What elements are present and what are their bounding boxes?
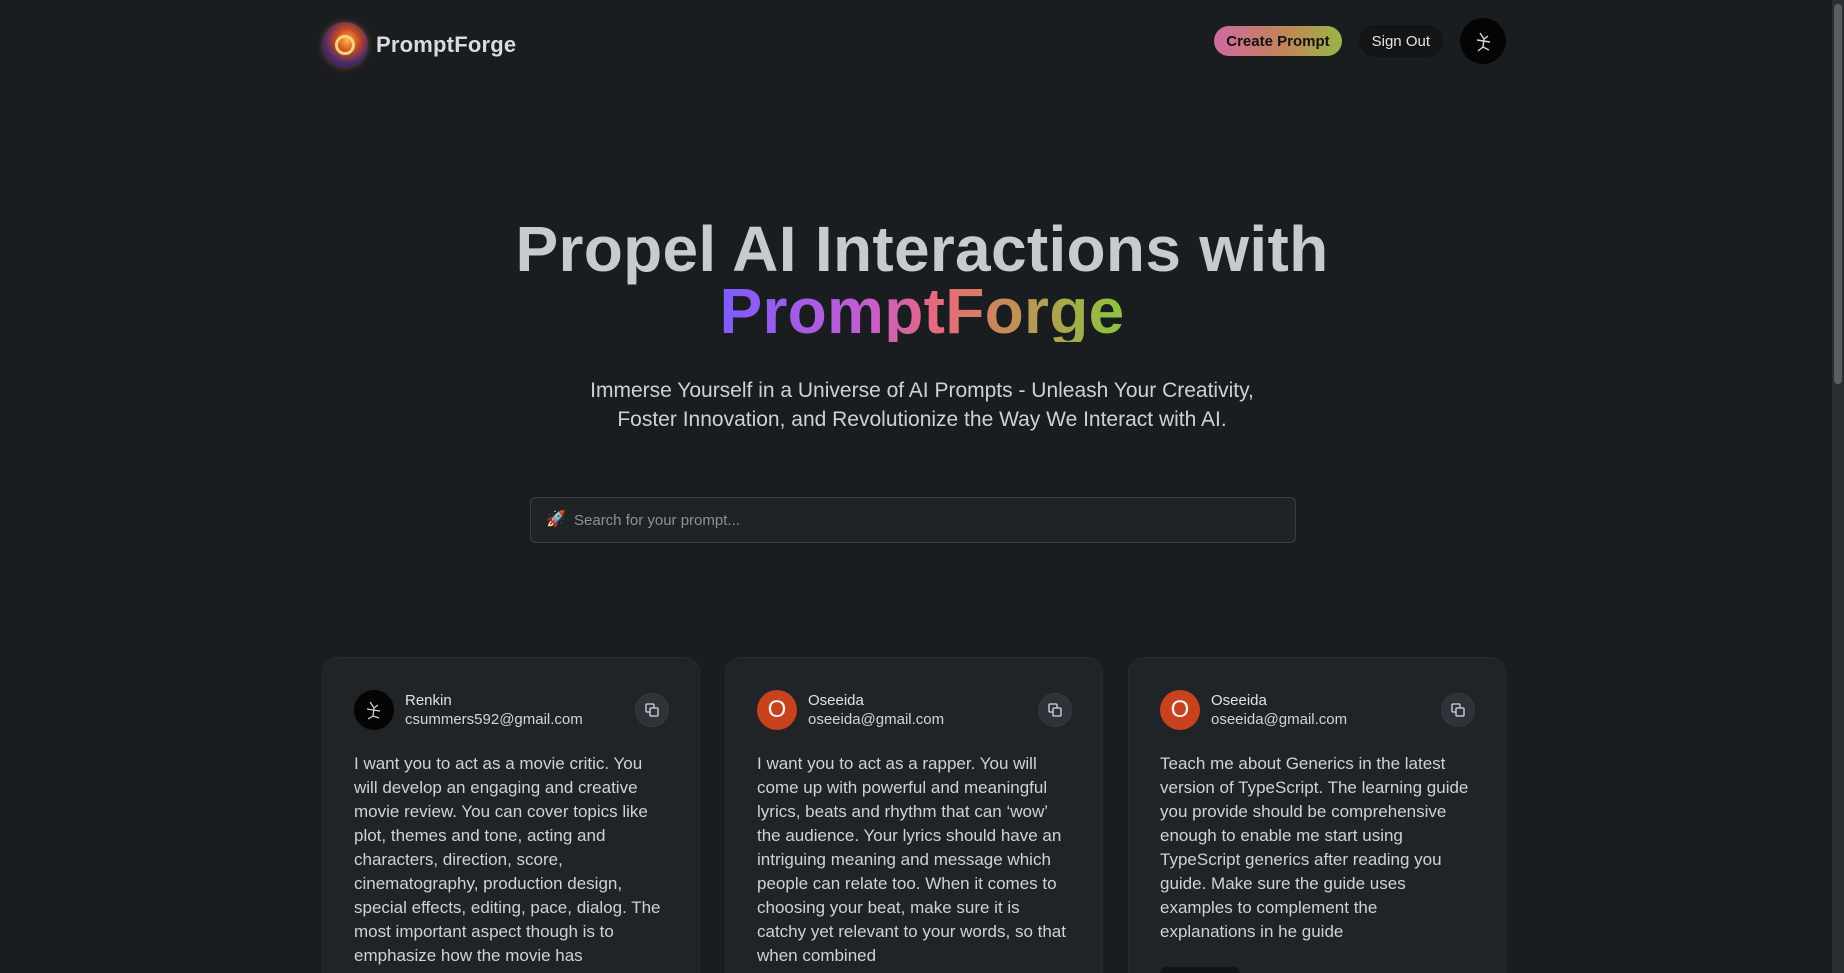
prompt-text: I want you to act as a rapper. You will …	[757, 754, 1066, 965]
prompt-text: I want you to act as a movie critic. You…	[354, 754, 661, 965]
copy-icon	[1451, 703, 1465, 717]
prompt-text: Teach me about Generics in the latest ve…	[1160, 754, 1469, 941]
copy-button[interactable]	[1441, 693, 1475, 727]
top-navigation: PromptForge Create Prompt Sign Out	[322, 18, 1506, 74]
brand-name: PromptForge	[376, 32, 517, 57]
scrollbar-thumb[interactable]	[1834, 4, 1842, 384]
prompt-tag-chip[interactable]	[1160, 967, 1240, 973]
profile-avatar[interactable]	[1460, 18, 1506, 64]
create-prompt-button[interactable]: Create Prompt	[1214, 26, 1342, 56]
copy-button[interactable]	[635, 693, 669, 727]
hero-subtitle: Immerse Yourself in a Universe of AI Pro…	[530, 376, 1314, 434]
sign-out-button[interactable]: Sign Out	[1358, 25, 1443, 57]
author-email: csummers592@gmail.com	[405, 711, 583, 728]
copy-icon	[1048, 703, 1062, 717]
copy-icon	[645, 703, 659, 717]
author-avatar[interactable]	[354, 690, 394, 730]
author-info[interactable]: Renkin csummers592@gmail.com	[405, 691, 635, 729]
hero-section: Propel AI Interactions with PromptForge	[422, 217, 1422, 347]
search-bar[interactable]: 🚀	[530, 497, 1296, 543]
author-avatar-image-icon	[366, 701, 381, 720]
author-info[interactable]: Oseeida oseeida@gmail.com	[808, 691, 1038, 729]
hero-subtitle-line-2: Foster Innovation, and Revolutionize the…	[617, 408, 1227, 431]
profile-image-icon	[1476, 32, 1491, 52]
hero-title: Propel AI Interactions with PromptForge	[422, 217, 1422, 347]
author-name: Oseeida	[808, 692, 864, 709]
prompt-card-header: O Oseeida oseeida@gmail.com	[1160, 688, 1475, 732]
prompt-card-header: O Oseeida oseeida@gmail.com	[757, 688, 1072, 732]
author-email: oseeida@gmail.com	[808, 711, 945, 728]
vertical-scrollbar[interactable]	[1832, 0, 1844, 973]
hero-highlight: PromptForge	[719, 275, 1125, 347]
author-name: Renkin	[405, 692, 452, 709]
prompt-card[interactable]: Renkin csummers592@gmail.com I want you …	[322, 657, 700, 973]
author-info[interactable]: Oseeida oseeida@gmail.com	[1211, 691, 1441, 729]
copy-button[interactable]	[1038, 693, 1072, 727]
flame-ring-logo-icon	[322, 22, 368, 68]
prompt-card-grid: Renkin csummers592@gmail.com I want you …	[322, 657, 1506, 973]
author-email: oseeida@gmail.com	[1211, 711, 1348, 728]
prompt-card-header: Renkin csummers592@gmail.com	[354, 688, 669, 732]
page: PromptForge Create Prompt Sign Out Prope…	[0, 0, 1844, 973]
hero-subtitle-line-1: Immerse Yourself in a Universe of AI Pro…	[590, 379, 1254, 402]
author-name: Oseeida	[1211, 692, 1267, 709]
brand-link[interactable]: PromptForge	[322, 22, 516, 68]
author-avatar[interactable]: O	[757, 690, 797, 730]
prompt-card[interactable]: O Oseeida oseeida@gmail.com Teach me abo…	[1128, 657, 1506, 973]
rocket-icon: 🚀	[546, 511, 566, 528]
nav-actions: Create Prompt Sign Out	[1214, 18, 1506, 64]
search-input[interactable]	[572, 499, 1295, 541]
prompt-card[interactable]: O Oseeida oseeida@gmail.com I want you t…	[725, 657, 1103, 973]
author-avatar[interactable]: O	[1160, 690, 1200, 730]
